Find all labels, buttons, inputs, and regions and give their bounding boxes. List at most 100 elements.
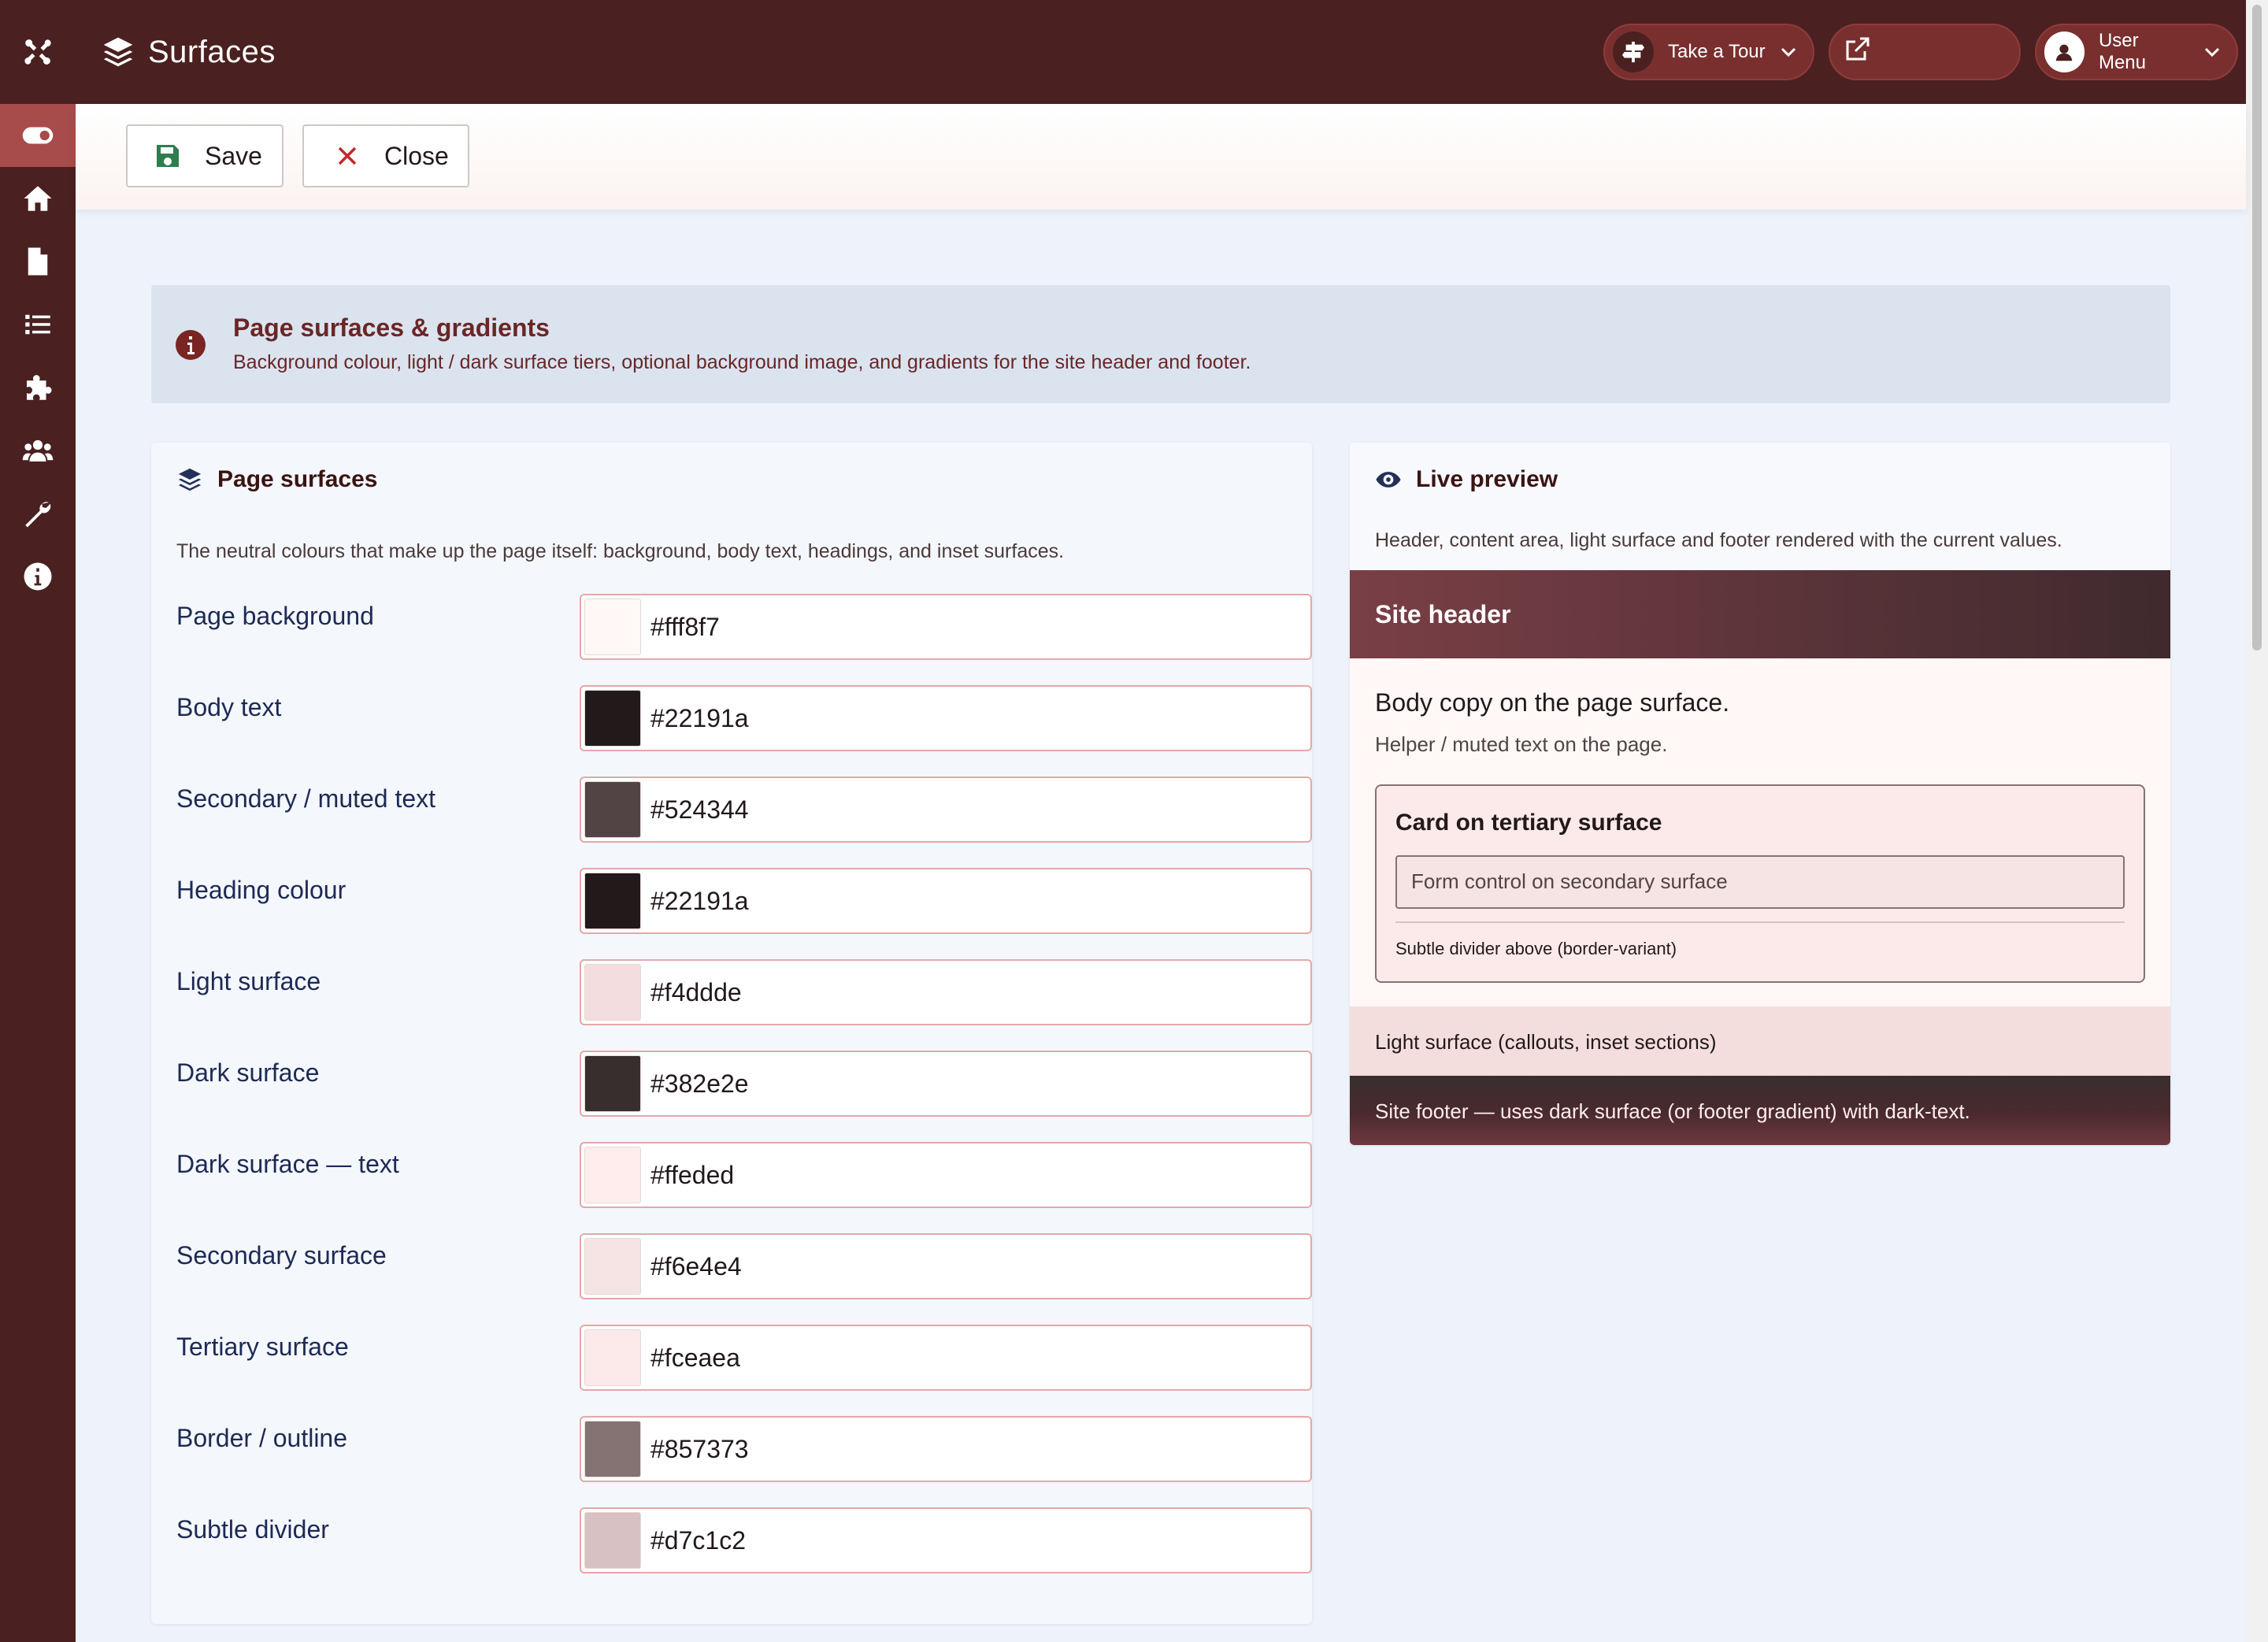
color-input[interactable]: #22191a [580, 685, 1312, 751]
sidebar-item-extensions[interactable] [0, 356, 76, 419]
field-heading-colour: Heading colour #22191a [176, 868, 1312, 934]
joomla-logo-icon [24, 39, 51, 65]
live-preview-title: Live preview [1416, 466, 1558, 492]
sidebar-item-home[interactable] [0, 167, 76, 230]
wrench-icon [25, 502, 51, 528]
live-preview-heading: Live preview [1375, 466, 1558, 493]
user-menu-button[interactable]: User Menu [2035, 24, 2238, 80]
preview-tertiary-card: Card on tertiary surface Form control on… [1375, 784, 2145, 983]
color-input[interactable]: #ffeded [580, 1142, 1312, 1208]
field-label: Border / outline [176, 1424, 348, 1452]
color-value: #857373 [650, 1435, 749, 1463]
page-surfaces-description: The neutral colours that make up the pag… [176, 540, 1065, 562]
color-swatch[interactable] [584, 873, 641, 929]
scrollbar-thumb[interactable] [2252, 5, 2262, 650]
sidebar-item-toggle[interactable] [0, 104, 76, 167]
color-value: #d7c1c2 [650, 1526, 746, 1555]
field-label: Tertiary surface [176, 1333, 349, 1361]
field-border-outline: Border / outline #857373 [176, 1416, 1312, 1482]
color-input[interactable]: #fceaea [580, 1325, 1312, 1391]
sidebar-item-content[interactable] [0, 230, 76, 293]
preview-site-footer: Site footer — uses dark surface (or foot… [1350, 1076, 2170, 1145]
field-label: Light surface [176, 967, 321, 995]
color-swatch[interactable] [584, 1238, 641, 1295]
color-value: #fceaea [650, 1344, 740, 1372]
field-secondary-surface: Secondary surface #f6e4e4 [176, 1233, 1312, 1299]
color-input[interactable]: #f4ddde [580, 959, 1312, 1025]
color-input[interactable]: #fff8f7 [580, 594, 1312, 660]
field-label: Subtle divider [176, 1515, 329, 1544]
alert-title: Page surfaces & gradients [233, 313, 550, 342]
field-label: Page background [176, 602, 374, 630]
page-scrollbar[interactable] [2246, 0, 2268, 1642]
field-tertiary-surface: Tertiary surface #fceaea [176, 1325, 1312, 1391]
color-input[interactable]: #524344 [580, 777, 1312, 843]
color-swatch[interactable] [584, 1421, 641, 1477]
sidebar-item-system[interactable] [0, 482, 76, 545]
preview-body-copy: Body copy on the page surface. [1375, 688, 1730, 717]
color-value: #382e2e [650, 1069, 749, 1098]
joomla-logo[interactable] [0, 0, 76, 104]
field-dark-surface-text: Dark surface — text #ffeded [176, 1142, 1312, 1208]
sidebar-item-menus[interactable] [0, 293, 76, 356]
color-value: #22191a [650, 887, 749, 915]
field-label: Dark surface — text [176, 1150, 399, 1178]
info-alert: Page surfaces & gradients Background col… [151, 285, 2170, 403]
preview-card-title: Card on tertiary surface [1395, 810, 1662, 836]
color-swatch[interactable] [584, 599, 641, 655]
signpost-icon [1613, 32, 1654, 72]
toolbar: Save Close [76, 104, 2246, 209]
alert-body: Background colour, light / dark surface … [233, 351, 1251, 373]
preview-page-surface: Body copy on the page surface. Helper / … [1350, 658, 2170, 1006]
live-preview-description: Header, content area, light surface and … [1375, 529, 2062, 551]
color-input[interactable]: #22191a [580, 868, 1312, 934]
field-label: Heading colour [176, 876, 346, 904]
color-swatch[interactable] [584, 1512, 641, 1569]
field-dark-surface: Dark surface #382e2e [176, 1051, 1312, 1117]
info-icon [24, 562, 52, 591]
layers-icon [178, 468, 202, 491]
color-swatch[interactable] [584, 1329, 641, 1386]
field-body-text: Body text #22191a [176, 685, 1312, 751]
take-a-tour-button[interactable]: Take a Tour [1603, 24, 1814, 80]
color-value: #22191a [650, 704, 749, 732]
field-light-surface: Light surface #f4ddde [176, 959, 1312, 1025]
layers-icon [101, 35, 135, 69]
color-value: #ffeded [650, 1161, 735, 1189]
top-header: Surfaces Take a Tour User Menu [76, 0, 2246, 104]
view-site-button[interactable] [1829, 24, 2021, 80]
sidebar-item-help[interactable] [0, 545, 76, 608]
preview-divider [1395, 921, 2125, 923]
preview-light-surface: Light surface (callouts, inset sections) [1350, 1006, 2170, 1076]
color-input[interactable]: #d7c1c2 [580, 1507, 1312, 1573]
color-input[interactable]: #857373 [580, 1416, 1312, 1482]
list-icon [25, 314, 50, 335]
page-title: Surfaces [148, 34, 276, 69]
color-input[interactable]: #382e2e [580, 1051, 1312, 1117]
preview-divider-text: Subtle divider above (border-variant) [1395, 939, 1677, 958]
page-surfaces-heading: Page surfaces [176, 466, 377, 493]
color-swatch[interactable] [584, 781, 641, 838]
chevron-down-icon [1778, 42, 1799, 62]
field-page-background: Page background #fff8f7 [176, 594, 1312, 660]
color-input[interactable]: #f6e4e4 [580, 1233, 1312, 1299]
color-swatch[interactable] [584, 690, 641, 747]
color-value: #524344 [650, 795, 749, 824]
preview-form-control[interactable]: Form control on secondary surface [1395, 855, 2125, 909]
eye-icon [1376, 472, 1401, 487]
sidebar-item-users[interactable] [0, 419, 76, 482]
live-preview-card: Live preview Header, content area, light… [1350, 443, 2170, 1145]
save-button[interactable]: Save [126, 124, 284, 187]
close-icon [338, 146, 357, 165]
take-a-tour-label: Take a Tour [1668, 41, 1766, 62]
user-menu-label: User Menu [2098, 30, 2147, 73]
close-button[interactable]: Close [302, 124, 469, 187]
preview-site-header: Site header [1350, 570, 2170, 658]
save-icon [157, 145, 179, 167]
save-label: Save [205, 141, 262, 170]
color-value: #fff8f7 [650, 613, 720, 641]
color-swatch[interactable] [584, 964, 641, 1021]
preview-helper-text: Helper / muted text on the page. [1375, 732, 1668, 756]
color-swatch[interactable] [584, 1147, 641, 1203]
color-swatch[interactable] [584, 1055, 641, 1112]
